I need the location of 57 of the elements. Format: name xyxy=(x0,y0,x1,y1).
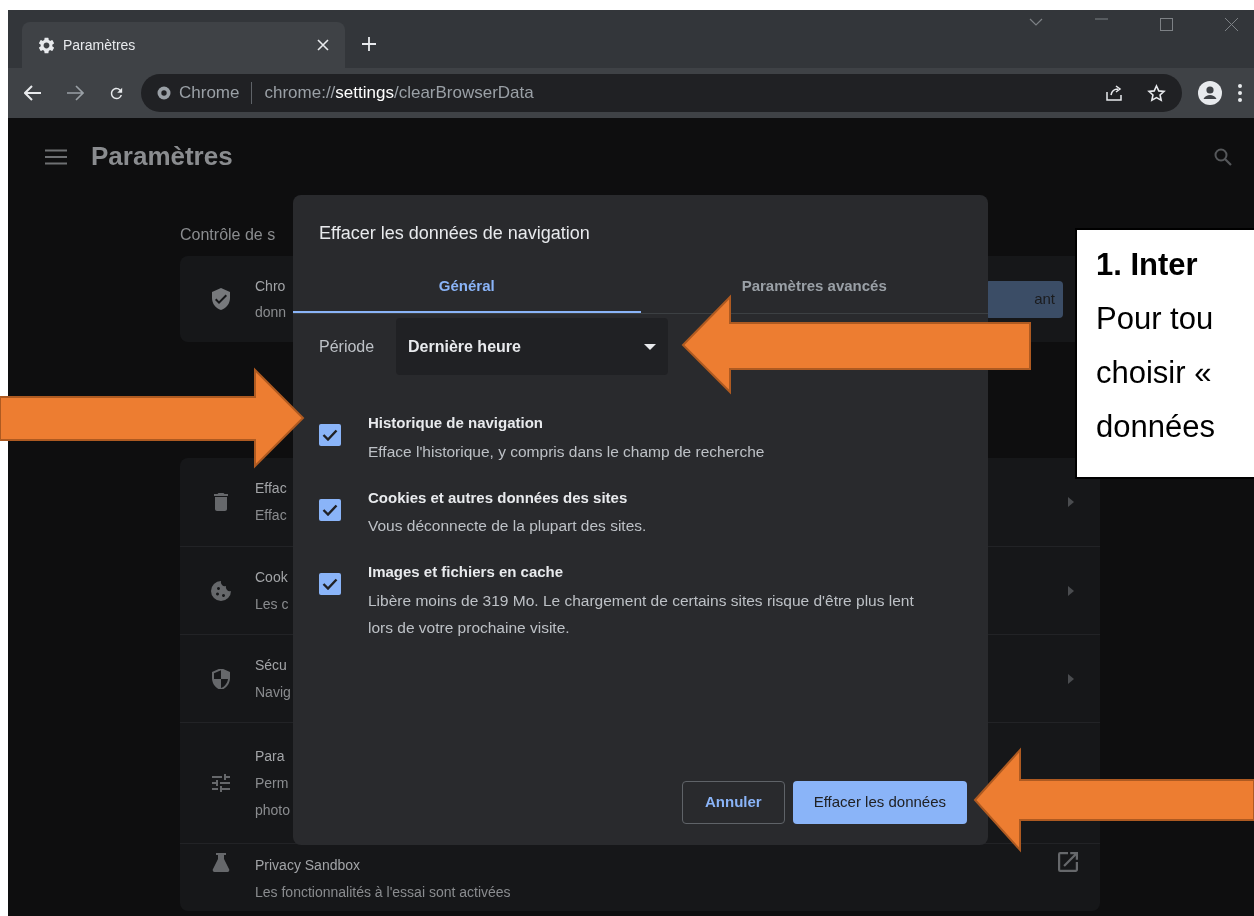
url-text[interactable]: chrome://settings/clearBrowserData xyxy=(264,80,1097,106)
option-title: Images et fichiers en cache xyxy=(368,562,564,582)
option-title: Historique de navigation xyxy=(368,413,544,433)
cookie-icon xyxy=(211,580,231,601)
row-subtitle: photo xyxy=(255,800,291,820)
callout-text: choisir « xyxy=(1096,354,1212,392)
row-title[interactable]: Cook xyxy=(255,563,288,591)
back-arrow-icon[interactable] xyxy=(24,85,42,101)
row-title[interactable]: Sécu xyxy=(255,651,287,679)
callout-heading: 1. Inter xyxy=(1096,246,1198,284)
row-title[interactable]: Para xyxy=(255,742,285,770)
callout-text: Pour tou xyxy=(1096,300,1214,338)
menu-dots-icon[interactable] xyxy=(1238,84,1242,102)
option-description: Vous déconnecte de la plupart des sites. xyxy=(368,516,648,536)
section-title: Contrôle de s xyxy=(180,225,276,245)
dialog-tab[interactable]: Général xyxy=(293,261,641,313)
flask-icon xyxy=(211,852,231,872)
profile-avatar-icon[interactable] xyxy=(1198,81,1222,105)
menu-icon[interactable] xyxy=(45,148,67,165)
option-title: Cookies et autres données des sites xyxy=(368,487,628,508)
row-subtitle: Les c xyxy=(255,594,289,614)
row-subtitle: Les fonctionnalités à l'essai sont activées xyxy=(255,883,511,902)
page-title: Paramètres xyxy=(91,140,234,173)
shield-icon xyxy=(211,668,231,689)
dialog-title: Effacer les données de navigation xyxy=(318,222,591,245)
share-icon[interactable] xyxy=(1105,84,1123,102)
callout-text: données xyxy=(1096,408,1215,446)
shield-check-icon xyxy=(211,288,231,310)
star-icon[interactable] xyxy=(1147,83,1166,103)
row-subtitle: Effac xyxy=(255,506,287,525)
clear-data-button[interactable]: Effacer les données xyxy=(792,781,967,824)
trash-icon xyxy=(211,492,231,512)
checkbox[interactable] xyxy=(319,498,341,521)
card-title: Chro xyxy=(255,277,286,296)
cancel-button[interactable]: Annuler xyxy=(682,781,785,824)
period-dropdown[interactable]: Dernière heure xyxy=(396,318,668,375)
external-link-icon[interactable] xyxy=(1058,852,1078,872)
row-subtitle: Perm xyxy=(255,773,289,793)
sliders-icon xyxy=(211,773,231,793)
option-description: Efface l'historique, y compris dans le champ de recherche xyxy=(368,441,766,462)
period-label: Période xyxy=(319,336,376,357)
maximize-icon[interactable] xyxy=(1160,18,1173,31)
forward-arrow-icon[interactable] xyxy=(66,85,84,101)
gear-icon xyxy=(38,36,55,54)
chevron-down-icon[interactable] xyxy=(1029,18,1043,26)
dialog-tab[interactable]: Paramètres avancés xyxy=(640,261,988,313)
site-label: Chrome xyxy=(179,82,240,105)
row-subtitle: Navig xyxy=(255,682,291,702)
checkbox[interactable] xyxy=(319,573,341,595)
chrome-logo-icon xyxy=(157,86,171,100)
search-icon[interactable] xyxy=(1214,147,1232,166)
option-description: Libère moins de 319 Mo. Le chargement de certains sites risque d'être plus lent lors de votre prochaine visite. xyxy=(368,590,915,638)
row-title[interactable]: Effac xyxy=(255,475,287,502)
row-title[interactable]: Privacy Sandbox xyxy=(255,852,361,879)
checkbox[interactable] xyxy=(319,424,341,446)
plus-icon[interactable] xyxy=(361,36,377,52)
card-subtitle: donn xyxy=(255,303,287,322)
